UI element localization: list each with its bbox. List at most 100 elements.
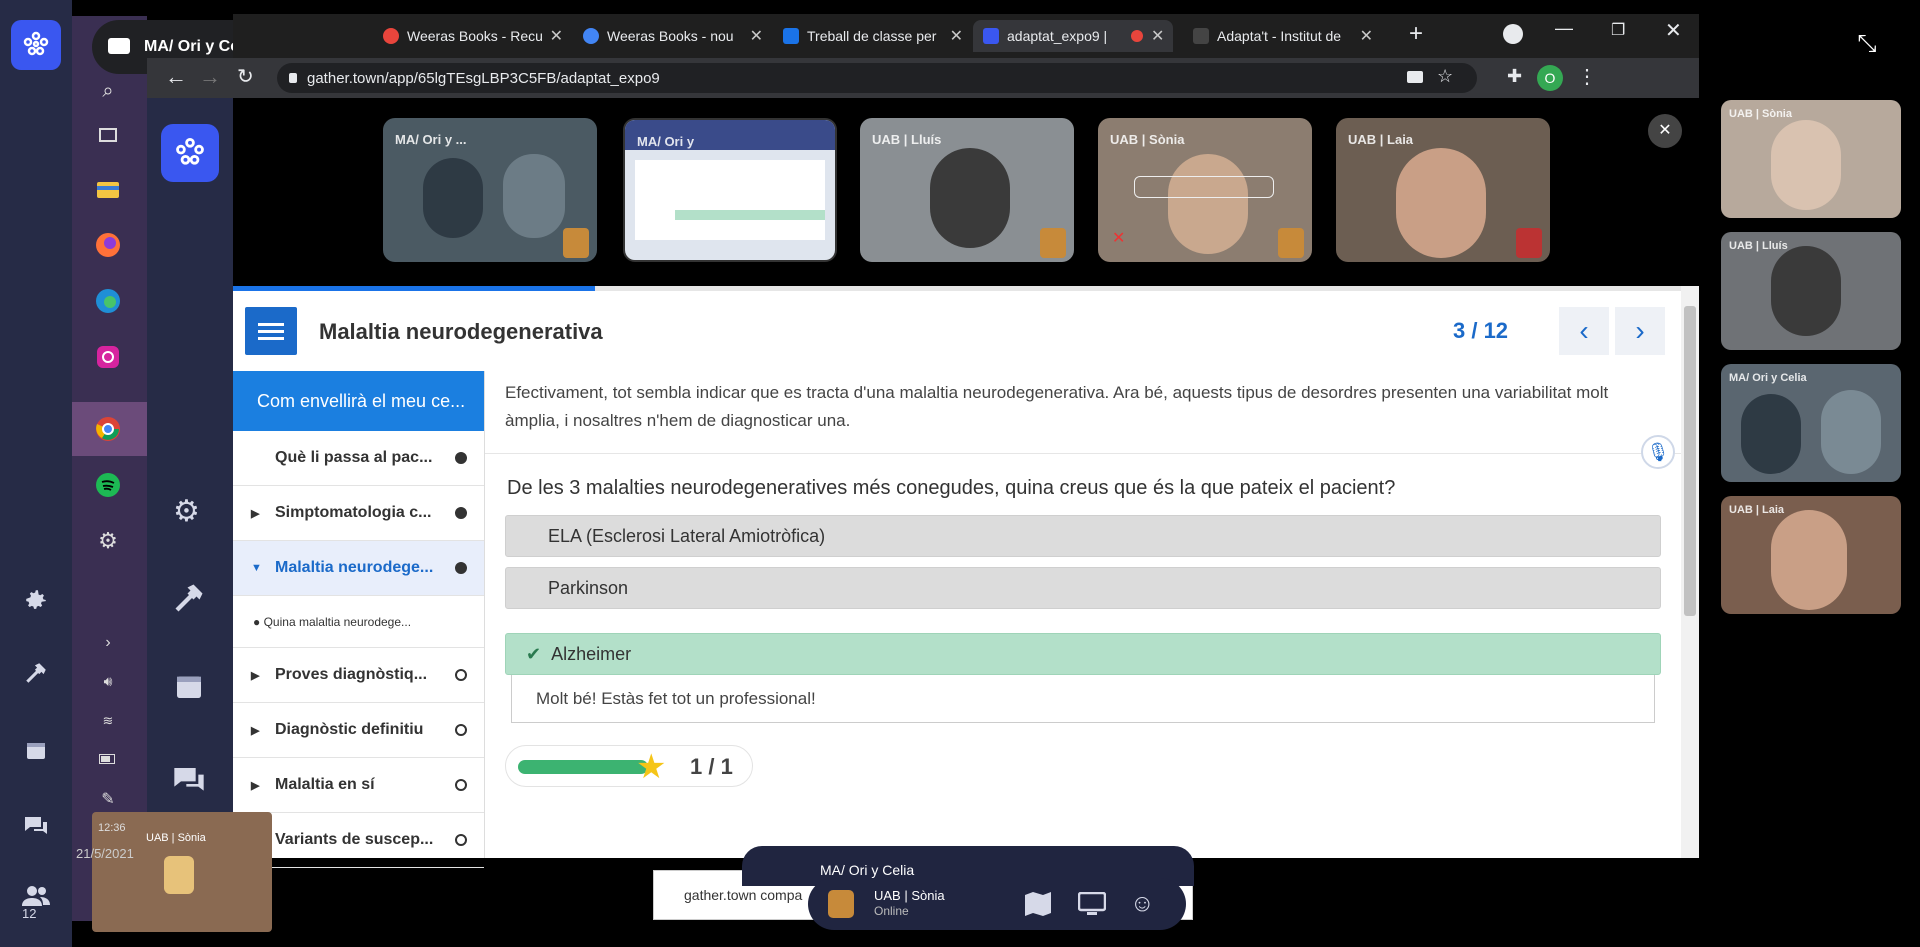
mic-muted-icon: ✕ [1112, 230, 1126, 247]
edge-icon[interactable] [93, 286, 123, 316]
build-hammer-icon[interactable] [18, 655, 54, 691]
expand-icon: ▶ [251, 779, 260, 792]
browser-tab[interactable]: Weeras Books - nou ✕ [573, 20, 763, 52]
browser-tab[interactable]: Weeras Books - Recu ✕ [373, 20, 563, 52]
task-view-icon[interactable] [93, 120, 123, 150]
forward-icon[interactable]: → [199, 64, 221, 90]
browser-tab[interactable]: Treball de classe per ✕ [773, 20, 963, 52]
settings-icon[interactable]: ⚙ [93, 526, 123, 556]
chrome-icon[interactable] [93, 414, 123, 444]
os-taskbar: ⌕ ⚙ › 🔊︎ ≋ ✎ [72, 16, 147, 921]
wifi-icon[interactable]: ≋ [93, 706, 123, 736]
answer-option-correct[interactable]: ✔ Alzheimer [505, 633, 1661, 675]
participant-video[interactable]: UAB | Lluís [860, 118, 1074, 262]
chevron-right-icon[interactable]: › [93, 628, 123, 658]
expand-icon: ▶ [251, 669, 260, 682]
gather-map-preview[interactable]: 12:36 UAB | Sònia [92, 812, 272, 932]
status-dot-icon [455, 452, 467, 464]
close-icon[interactable]: ✕ [1151, 26, 1164, 46]
close-icon[interactable]: ✕ [750, 26, 763, 46]
toc-item[interactable]: ▶ Proves diagnòstiq... [233, 648, 484, 703]
calendar-icon[interactable] [18, 732, 54, 768]
map-player-name: UAB | Sònia [146, 832, 206, 844]
answer-option[interactable]: Parkinson [505, 567, 1661, 609]
toc-item-label: Què li passa al pac... [275, 449, 433, 466]
spotify-icon[interactable] [93, 470, 123, 500]
camera-in-use-icon[interactable] [1407, 71, 1423, 83]
toc-item[interactable]: ▶ Malaltia en sí [233, 758, 484, 813]
restore-icon[interactable]: ❐ [1611, 20, 1625, 40]
avatar [1516, 228, 1542, 258]
browser-tab[interactable]: Adapta't - Institut de ✕ [1183, 20, 1373, 52]
participant-video[interactable]: UAB | Sònia [1721, 100, 1901, 218]
participant-video[interactable]: UAB | Sònia ✕ [1098, 118, 1312, 262]
instagram-icon[interactable] [93, 342, 123, 372]
chat-icon[interactable] [18, 808, 54, 844]
window-close-icon[interactable]: ✕ [1665, 18, 1682, 43]
avatar [164, 856, 194, 894]
gather-logo[interactable] [11, 20, 61, 70]
close-icon[interactable]: ✕ [550, 26, 563, 46]
bookmark-star-icon[interactable]: ☆ [1437, 66, 1453, 87]
toc-item[interactable]: Què li passa al pac... [233, 431, 484, 486]
browser-tab-active[interactable]: adaptat_expo9 | ✕ [973, 20, 1173, 52]
close-videos-icon[interactable]: ✕ [1648, 114, 1682, 148]
toc-item[interactable]: ▶ Diagnòstic definitiu [233, 703, 484, 758]
settings-gear-icon[interactable] [18, 582, 54, 618]
emoji-icon[interactable]: ☺ [1130, 890, 1155, 918]
participant-video[interactable]: UAB | Lluís [1721, 232, 1901, 350]
battery-icon[interactable] [93, 744, 123, 774]
build-hammer-icon[interactable] [171, 580, 207, 621]
url-field[interactable]: gather.town/app/65lgTEsgLBP3C5FB/adaptat… [277, 63, 1477, 93]
participant-video-screenshare[interactable]: MA/ Ori y [623, 118, 837, 262]
profile-avatar[interactable]: O [1537, 65, 1563, 91]
back-icon[interactable]: ← [165, 64, 187, 90]
screen-share-icon[interactable] [1077, 891, 1107, 921]
video-camera-icon [108, 38, 130, 54]
scrollbar[interactable] [1681, 286, 1699, 858]
close-icon[interactable]: ✕ [950, 26, 963, 46]
reload-icon[interactable]: ↻ [237, 64, 254, 89]
menu-button[interactable] [245, 307, 297, 355]
gather-logo-icon [176, 137, 204, 165]
microphone-icon[interactable]: 🎙︎ [1641, 435, 1675, 469]
participant-name: UAB | Laia [1348, 132, 1414, 147]
file-explorer-icon[interactable] [93, 174, 123, 204]
calendar-icon[interactable] [173, 670, 205, 707]
pen-icon[interactable]: ✎ [93, 784, 123, 814]
previous-page-button[interactable]: ‹ [1559, 307, 1609, 355]
participant-video[interactable]: UAB | Laia [1721, 496, 1901, 614]
tab-label: Adapta't - Institut de [1217, 28, 1342, 44]
firefox-icon[interactable] [93, 230, 123, 260]
toc-subitem[interactable]: ● Quina malaltia neurodege... [233, 596, 484, 648]
chat-icon[interactable] [171, 764, 207, 801]
settings-gear-icon[interactable]: ⚙ [173, 494, 200, 529]
tab-label: Treball de classe per [807, 28, 937, 44]
participant-name: UAB | Sònia [1110, 132, 1185, 147]
gather-inner-logo[interactable] [161, 124, 219, 182]
tab-favicon-icon [783, 28, 799, 44]
participant-video[interactable]: MA/ Ori y Celia [1721, 364, 1901, 482]
toc-item-active[interactable]: ▼ Malaltia neurodege... [233, 541, 484, 596]
browser-menu-icon[interactable]: ⋮ [1577, 64, 1597, 89]
gather-outer-sidebar: 12 [0, 0, 72, 947]
participant-video[interactable]: UAB | Laia [1336, 118, 1550, 262]
toc-item[interactable]: ▶ Simptomatologia c... [233, 486, 484, 541]
status-dot-icon [455, 724, 467, 736]
volume-icon[interactable]: 🔊︎ [93, 666, 123, 696]
next-page-button[interactable]: › [1615, 307, 1665, 355]
map-icon[interactable] [1024, 891, 1052, 922]
gather-inner-sidebar: ⚙ [147, 58, 233, 858]
answer-option[interactable]: ELA (Esclerosi Lateral Amiotròfica) [505, 515, 1661, 557]
tab-search-icon[interactable] [1503, 24, 1523, 44]
lesson-title: Malaltia neurodegenerativa [319, 319, 603, 344]
exit-fullscreen-icon[interactable]: ⤡ [1845, 22, 1889, 66]
minimize-icon[interactable]: — [1555, 18, 1573, 39]
avatar[interactable] [828, 890, 854, 918]
new-tab-icon[interactable]: + [1409, 20, 1423, 48]
participant-video[interactable]: MA/ Ori y ... [383, 118, 597, 262]
search-icon[interactable]: ⌕ [93, 76, 123, 106]
toc-header[interactable]: Com envellirà el meu ce... [233, 371, 484, 431]
extensions-icon[interactable]: ✚ [1507, 66, 1522, 87]
close-icon[interactable]: ✕ [1360, 26, 1373, 46]
